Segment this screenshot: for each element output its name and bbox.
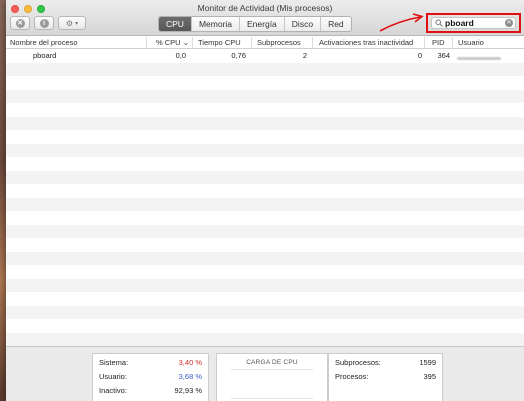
cpu-load-panel: CARGA DE CPU bbox=[216, 353, 328, 401]
gear-icon: ⚙ bbox=[65, 18, 74, 28]
empty-row bbox=[6, 76, 524, 90]
cpu-load-graph bbox=[231, 369, 313, 399]
toolbar-buttons: ✕ i ⚙ ▾ bbox=[10, 16, 86, 30]
column-user[interactable]: Usuario bbox=[458, 38, 484, 47]
empty-row bbox=[6, 157, 524, 171]
activity-monitor-window: Monitor de Actividad (Mis procesos) ✕ i … bbox=[6, 0, 524, 401]
empty-rows bbox=[6, 62, 524, 346]
empty-row bbox=[6, 211, 524, 225]
tab-memoria[interactable]: Memoria bbox=[190, 17, 239, 31]
empty-row bbox=[6, 238, 524, 252]
cpu-load-title: CARGA DE CPU bbox=[246, 359, 298, 366]
idle-value: 92,93 % bbox=[174, 386, 202, 395]
threads-stat: Subprocesos: 1599 bbox=[335, 358, 436, 370]
table-rows: pboard 0,0 0,76 2 0 364 bbox=[6, 49, 524, 346]
chevron-down-icon: ▾ bbox=[75, 20, 79, 27]
column-pid[interactable]: PID bbox=[432, 38, 445, 47]
system-value: 3,40 % bbox=[178, 358, 202, 367]
search-field[interactable]: pboard ✕ bbox=[431, 17, 516, 29]
processes-total: 395 bbox=[423, 372, 436, 381]
tab-red[interactable]: Red bbox=[320, 17, 351, 31]
column-cpu[interactable]: % CPU ⌄ bbox=[156, 38, 189, 47]
user-stat: Usuario: 3,68 % bbox=[99, 372, 202, 384]
info-icon: i bbox=[39, 18, 49, 28]
threads-count: 2 bbox=[302, 51, 307, 60]
empty-row bbox=[6, 319, 524, 333]
titlebar: Monitor de Actividad (Mis procesos) ✕ i … bbox=[6, 0, 524, 36]
sort-chevron-icon: ⌄ bbox=[182, 38, 189, 47]
empty-row bbox=[6, 103, 524, 117]
empty-row bbox=[6, 143, 524, 157]
process-name: pboard bbox=[33, 51, 57, 60]
column-cpu-time[interactable]: Tiempo CPU bbox=[198, 38, 241, 47]
user-value: 3,68 % bbox=[178, 372, 202, 381]
column-process-name[interactable]: Nombre del proceso bbox=[10, 38, 78, 47]
user-name-redacted bbox=[457, 53, 501, 62]
threads-total: 1599 bbox=[419, 358, 436, 367]
inspect-process-button[interactable]: i bbox=[34, 16, 54, 30]
table-header: Nombre del proceso % CPU ⌄ Tiempo CPU Su… bbox=[6, 36, 524, 49]
empty-row bbox=[6, 265, 524, 279]
empty-row bbox=[6, 197, 524, 211]
cpu-time: 0,76 bbox=[231, 51, 246, 60]
footer-stats: Sistema: 3,40 % Usuario: 3,68 % Inactivo… bbox=[6, 346, 524, 401]
empty-row bbox=[6, 251, 524, 265]
annotation-arrow bbox=[379, 13, 424, 32]
empty-row bbox=[6, 305, 524, 319]
pid: 364 bbox=[437, 51, 450, 60]
clear-search-icon[interactable]: ✕ bbox=[505, 19, 513, 27]
processes-stat: Procesos: 395 bbox=[335, 372, 436, 384]
process-table: Nombre del proceso % CPU ⌄ Tiempo CPU Su… bbox=[6, 36, 524, 346]
table-row[interactable]: pboard 0,0 0,76 2 0 364 bbox=[6, 49, 524, 63]
empty-row bbox=[6, 332, 524, 346]
tab-disco[interactable]: Disco bbox=[283, 17, 320, 31]
tab-bar: CPU Memoria Energía Disco Red bbox=[158, 16, 352, 32]
empty-row bbox=[6, 170, 524, 184]
process-count-panel: Subprocesos: 1599 Procesos: 395 bbox=[328, 353, 443, 401]
cpu-percent: 0,0 bbox=[175, 51, 186, 60]
search-input[interactable]: pboard bbox=[445, 18, 505, 28]
search-highlight-box: pboard ✕ bbox=[426, 13, 521, 33]
empty-row bbox=[6, 62, 524, 76]
cpu-usage-panel: Sistema: 3,40 % Usuario: 3,68 % Inactivo… bbox=[92, 353, 209, 401]
window-title: Monitor de Actividad (Mis procesos) bbox=[197, 3, 333, 13]
idle-wakeups: 0 bbox=[417, 51, 422, 60]
empty-row bbox=[6, 224, 524, 238]
idle-stat: Inactivo: 92,93 % bbox=[99, 386, 202, 398]
empty-row bbox=[6, 130, 524, 144]
system-stat: Sistema: 3,40 % bbox=[99, 358, 202, 370]
search-icon bbox=[435, 19, 443, 27]
empty-row bbox=[6, 116, 524, 130]
empty-row bbox=[6, 292, 524, 306]
empty-row bbox=[6, 89, 524, 103]
tab-energia[interactable]: Energía bbox=[239, 17, 284, 31]
tab-cpu[interactable]: CPU bbox=[159, 17, 191, 31]
stop-icon: ✕ bbox=[15, 18, 25, 28]
stop-process-button[interactable]: ✕ bbox=[10, 16, 30, 30]
column-threads[interactable]: Subprocesos bbox=[257, 38, 301, 47]
empty-row bbox=[6, 278, 524, 292]
action-menu-button[interactable]: ⚙ ▾ bbox=[58, 16, 86, 30]
column-idle-wakeups[interactable]: Activaciones tras inactividad bbox=[319, 38, 413, 47]
empty-row bbox=[6, 184, 524, 198]
